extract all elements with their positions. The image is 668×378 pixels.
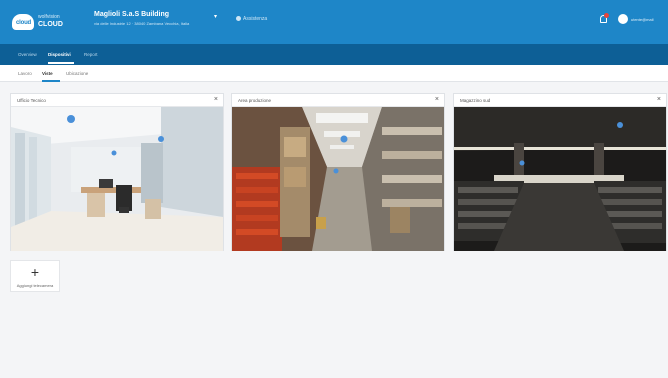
building-address: via delle Industrie 12 · 38040 Zambana V… [94,21,190,26]
tab-active-indicator [42,80,60,82]
camera-card[interactable]: Magazzino sud × [453,93,667,251]
camera-title: Magazzino sud [460,98,491,103]
camera-feed-warehouse[interactable] [232,107,444,251]
camera-card[interactable]: Area produzione × [231,93,445,251]
help-label: Assistenza [243,16,268,22]
tab-lavoro[interactable]: Lavoro [18,71,32,76]
nav-item-dispositivi[interactable]: Dispositivi [48,52,71,57]
camera-card-header: Area produzione × [232,94,444,107]
notifications-button[interactable] [598,13,610,27]
user-menu[interactable]: utente@mail [618,14,664,26]
cloud-logo-icon: cloud [12,14,34,30]
chevron-down-icon[interactable]: ▾ [214,13,217,20]
view-tabs: Lavoro Viste Ubicazione [0,65,668,82]
top-bar: cloud wolfvision CLOUD Maglioli S.a.S Bu… [0,0,668,44]
camera-card[interactable]: Ufficio Tecnico × [10,93,224,251]
camera-card-header: Ufficio Tecnico × [11,94,223,107]
camera-feed-hall[interactable] [454,107,666,251]
logo-subtitle: wolfvision [38,14,60,20]
notification-badge [604,13,609,18]
building-selector[interactable]: Maglioli S.a.S Building via delle Indust… [94,11,224,26]
help-icon [236,16,241,22]
plus-icon: + [30,264,40,280]
nav-active-indicator [48,62,74,64]
close-icon[interactable]: × [435,96,439,103]
tab-ubicazione[interactable]: Ubicazione [66,71,88,76]
user-name: utente@mail [631,17,654,22]
logo-title: CLOUD [38,21,63,28]
nav-item-overview[interactable]: Overview [18,52,37,57]
camera-title: Ufficio Tecnico [17,98,46,103]
close-icon[interactable]: × [657,96,661,103]
help-link[interactable]: Assistenza [236,16,267,22]
building-name: Maglioli S.a.S Building [94,11,170,18]
add-camera-label: Aggiungi telecamera [16,283,54,288]
logo-badge-text: cloud [16,20,31,26]
app-logo[interactable]: cloud wolfvision CLOUD [12,12,72,34]
user-icon [618,14,628,24]
add-camera-button[interactable]: + Aggiungi telecamera [10,260,60,292]
main-nav: Overview Dispositivi Report [0,44,668,65]
camera-feed-office[interactable] [11,107,223,251]
nav-item-report[interactable]: Report [84,52,98,57]
tab-viste[interactable]: Viste [42,71,53,76]
camera-title: Area produzione [238,98,272,103]
camera-card-header: Magazzino sud × [454,94,666,107]
close-icon[interactable]: × [214,96,218,103]
